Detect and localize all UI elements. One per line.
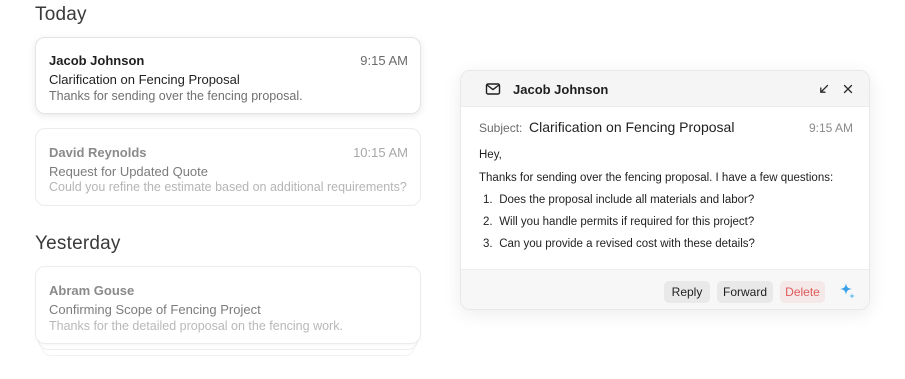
close-icon[interactable]: [841, 82, 855, 96]
question-number: 2.: [483, 216, 493, 228]
body-intro: Thanks for sending over the fencing prop…: [479, 172, 834, 184]
subject-label: Subject:: [479, 121, 523, 135]
subject-value: Clarification on Fencing Proposal: [529, 119, 735, 135]
panel-sender-name: Jacob Johnson: [513, 82, 609, 97]
email-time: 10:15 AM: [353, 145, 408, 160]
email-preview: Could you refine the estimate based on a…: [49, 180, 407, 194]
section-title-yesterday: Yesterday: [35, 233, 121, 254]
question-number: 3.: [483, 238, 493, 250]
email-sender: Jacob Johnson: [49, 53, 145, 68]
panel-footer: Reply Forward Delete: [461, 269, 869, 309]
email-list-item[interactable]: Abram Gouse Confirming Scope of Fencing …: [35, 266, 421, 344]
reply-button[interactable]: Reply: [664, 281, 710, 303]
email-sender: Abram Gouse: [49, 283, 135, 298]
minimize-icon[interactable]: [817, 82, 831, 96]
delete-button[interactable]: Delete: [780, 281, 825, 303]
email-subject: Request for Updated Quote: [49, 164, 208, 179]
question-item: 2. Will you handle permits if required f…: [483, 216, 754, 228]
question-item: 1. Does the proposal include all materia…: [483, 194, 754, 206]
email-subject: Confirming Scope of Fencing Project: [49, 302, 261, 317]
email-preview: Thanks for sending over the fencing prop…: [49, 89, 303, 103]
email-list-item[interactable]: Jacob Johnson 9:15 AM Clarification on F…: [35, 37, 421, 114]
email-sender: David Reynolds: [49, 145, 147, 160]
forward-button[interactable]: Forward: [717, 281, 773, 303]
panel-time: 9:15 AM: [808, 121, 853, 135]
email-list-item[interactable]: David Reynolds 10:15 AM Request for Upda…: [35, 128, 421, 206]
question-text: Does the proposal include all materials …: [499, 194, 755, 206]
question-text: Will you handle permits if required for …: [499, 216, 755, 228]
email-subject: Clarification on Fencing Proposal: [49, 72, 240, 87]
email-detail-panel: Jacob Johnson Subject: Clarification on …: [460, 70, 870, 310]
question-item: 3. Can you provide a revised cost with t…: [483, 238, 755, 250]
email-preview: Thanks for the detailed proposal on the …: [49, 319, 343, 333]
sparkle-icon[interactable]: [837, 281, 857, 301]
panel-header: Jacob Johnson: [461, 71, 869, 107]
question-text: Can you provide a revised cost with thes…: [499, 238, 755, 250]
question-number: 1.: [483, 194, 493, 206]
section-title-today: Today: [35, 4, 87, 25]
body-greeting: Hey,: [479, 149, 502, 161]
mail-icon: [485, 83, 501, 95]
email-time: 9:15 AM: [360, 53, 408, 68]
